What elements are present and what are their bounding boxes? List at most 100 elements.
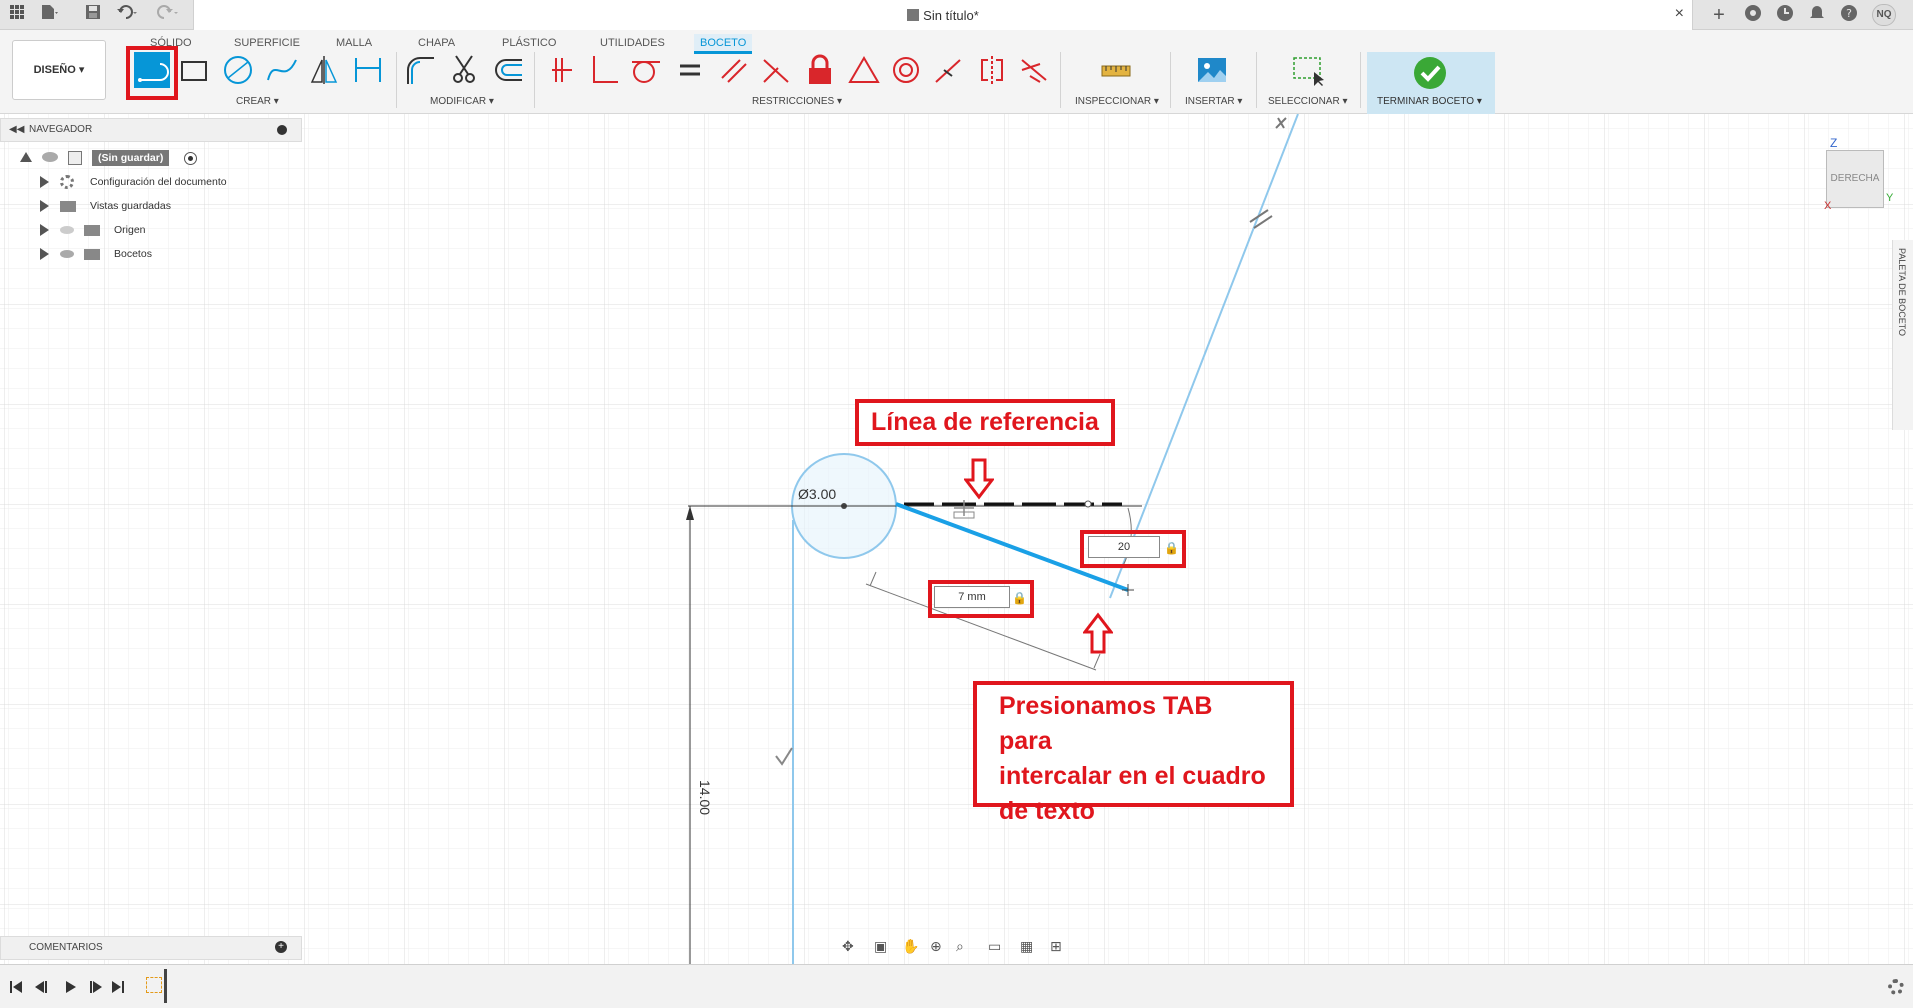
group-separator bbox=[396, 52, 397, 108]
tab-plastico[interactable]: PLÁSTICO bbox=[496, 34, 562, 54]
collinear-constraint-icon[interactable] bbox=[758, 52, 794, 88]
tree-root[interactable]: (Sin guardar) bbox=[0, 146, 302, 170]
expand-icon[interactable] bbox=[40, 176, 49, 188]
pan-icon[interactable]: ✋ bbox=[902, 938, 919, 955]
triangle-constraint-icon[interactable] bbox=[846, 52, 882, 88]
group-insertar-label[interactable]: INSERTAR ▾ bbox=[1185, 96, 1242, 107]
redo-icon[interactable] bbox=[156, 4, 178, 26]
diameter-dimension-value[interactable]: Ø3.00 bbox=[798, 486, 836, 502]
dimension-tool-button[interactable] bbox=[350, 52, 386, 88]
group-restricciones-label[interactable]: RESTRICCIONES ▾ bbox=[752, 96, 842, 107]
down-arrow-icon bbox=[964, 458, 994, 500]
tree-item-label: Configuración del documento bbox=[90, 176, 227, 188]
equal-constraint-icon[interactable] bbox=[672, 52, 708, 88]
user-avatar[interactable]: NQ bbox=[1872, 4, 1896, 26]
curvature-constraint-icon[interactable] bbox=[1016, 52, 1052, 88]
activate-radio-icon[interactable] bbox=[184, 152, 197, 165]
group-seleccionar-label[interactable]: SELECCIONAR ▾ bbox=[1268, 96, 1347, 107]
mirror-tool-button[interactable] bbox=[306, 52, 342, 88]
ribbon-toolbar: SÓLIDO SUPERFICIE MALLA CHAPA PLÁSTICO U… bbox=[0, 30, 1913, 114]
tab-superficie[interactable]: SUPERFICIE bbox=[228, 34, 306, 54]
zoom-icon[interactable]: ⊕ bbox=[930, 938, 942, 955]
lock-constraint-icon[interactable] bbox=[802, 52, 838, 88]
file-menu-icon[interactable] bbox=[38, 4, 60, 26]
navigator-minimize-icon[interactable] bbox=[277, 125, 287, 135]
display-settings-icon[interactable]: ▭ bbox=[988, 938, 1001, 955]
tab-malla[interactable]: MALLA bbox=[330, 34, 378, 54]
length-input-highlight bbox=[928, 580, 1034, 618]
insert-image-icon[interactable] bbox=[1194, 52, 1230, 88]
symmetry-constraint-icon[interactable] bbox=[974, 52, 1010, 88]
expand-icon[interactable] bbox=[40, 224, 49, 236]
close-tab-button[interactable]: × bbox=[1675, 5, 1684, 23]
hidden-eye-icon[interactable] bbox=[60, 226, 74, 234]
tangent-constraint-icon[interactable] bbox=[628, 52, 664, 88]
timeline-bar bbox=[0, 964, 1913, 1008]
expand-root-icon[interactable] bbox=[20, 152, 32, 162]
timeline-controls[interactable] bbox=[10, 979, 130, 995]
midpoint-constraint-icon[interactable] bbox=[930, 52, 966, 88]
coincident-constraint-icon[interactable] bbox=[544, 52, 580, 88]
rectangle-tool-button[interactable] bbox=[176, 52, 212, 88]
tree-item[interactable]: Configuración del documento bbox=[0, 170, 302, 194]
document-title: Sin título* bbox=[194, 8, 1692, 23]
group-modificar-label[interactable]: MODIFICAR ▾ bbox=[430, 96, 494, 107]
tree-item[interactable]: Vistas guardadas bbox=[0, 194, 302, 218]
fit-icon[interactable]: ⌕ bbox=[956, 938, 964, 955]
collapse-icon[interactable]: ◀◀ bbox=[9, 119, 24, 141]
document-tab[interactable]: Sin título* × bbox=[193, 0, 1693, 30]
notifications-icon[interactable] bbox=[1806, 4, 1828, 26]
perpendicular-constraint-icon[interactable] bbox=[586, 52, 622, 88]
group-inspeccionar-label[interactable]: INSPECCIONAR ▾ bbox=[1075, 96, 1159, 107]
settings-gear-icon[interactable] bbox=[1888, 979, 1904, 995]
tab-utilidades[interactable]: UTILIDADES bbox=[594, 34, 671, 54]
reference-line-point[interactable] bbox=[1084, 500, 1092, 508]
tree-item-label: Origen bbox=[114, 224, 146, 236]
navigator-header[interactable]: ◀◀ NAVEGADOR bbox=[0, 118, 302, 142]
group-separator bbox=[1360, 52, 1361, 108]
measure-tool-icon[interactable] bbox=[1098, 52, 1134, 88]
extensions-icon[interactable] bbox=[1742, 4, 1764, 26]
add-comment-icon[interactable]: + bbox=[275, 941, 287, 953]
finish-sketch-button[interactable]: TERMINAR BOCETO ▾ bbox=[1367, 52, 1495, 114]
folder-icon bbox=[84, 225, 100, 236]
parallel-constraint-icon[interactable] bbox=[716, 52, 752, 88]
fillet-tool-button[interactable] bbox=[402, 52, 438, 88]
expand-icon[interactable] bbox=[40, 200, 49, 212]
circle-tool-button[interactable] bbox=[220, 52, 256, 88]
save-icon[interactable] bbox=[82, 4, 104, 26]
visibility-eye-icon[interactable] bbox=[60, 250, 74, 258]
undo-icon[interactable] bbox=[116, 4, 138, 26]
help-icon[interactable]: ? bbox=[1838, 4, 1860, 26]
view-cube[interactable]: DERECHA bbox=[1826, 150, 1884, 208]
tab-boceto[interactable]: BOCETO bbox=[694, 34, 753, 54]
viewcube-y-axis: Y bbox=[1886, 192, 1894, 204]
spline-tool-button[interactable] bbox=[264, 52, 300, 88]
tree-item[interactable]: Bocetos bbox=[0, 242, 302, 266]
trim-tool-button[interactable] bbox=[446, 52, 482, 88]
vertical-dimension-value[interactable]: 14.00 bbox=[697, 780, 713, 815]
tab-chapa[interactable]: CHAPA bbox=[412, 34, 461, 54]
look-at-icon[interactable]: ▣ bbox=[874, 938, 887, 955]
comments-panel[interactable]: COMENTARIOS + bbox=[0, 936, 302, 960]
line-tool-highlight bbox=[126, 46, 178, 100]
select-tool-icon[interactable] bbox=[1290, 52, 1326, 88]
tree-item[interactable]: Origen bbox=[0, 218, 302, 242]
viewports-icon[interactable]: ⊞ bbox=[1050, 938, 1062, 955]
group-separator bbox=[1170, 52, 1171, 108]
job-status-icon[interactable] bbox=[1774, 4, 1796, 26]
cube-icon bbox=[907, 9, 920, 21]
sketch-palette-tab[interactable]: PALETA DE BOCETO bbox=[1892, 240, 1913, 430]
group-crear-label[interactable]: CREAR ▾ bbox=[236, 96, 279, 107]
timeline-sketch-marker[interactable] bbox=[146, 977, 162, 993]
orbit-icon[interactable]: ✥ bbox=[842, 938, 854, 955]
visibility-eye-icon[interactable] bbox=[42, 152, 58, 162]
app-grid-icon[interactable] bbox=[6, 4, 28, 26]
design-workspace-button[interactable]: DISEÑO ▾ bbox=[12, 40, 106, 100]
concentric-constraint-icon[interactable] bbox=[888, 52, 924, 88]
offset-tool-button[interactable] bbox=[490, 52, 526, 88]
expand-icon[interactable] bbox=[40, 248, 49, 260]
grid-settings-icon[interactable]: ▦ bbox=[1020, 938, 1033, 955]
timeline-playhead[interactable] bbox=[164, 969, 167, 1003]
new-tab-icon[interactable]: + bbox=[1708, 4, 1730, 26]
